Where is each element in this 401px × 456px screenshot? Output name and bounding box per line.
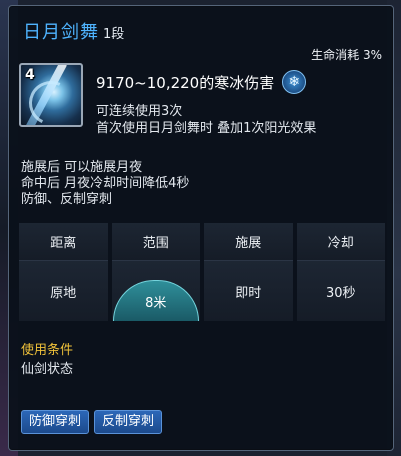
skill-tooltip: 日月剑舞 1段 生命消耗 3% 4 9170~10,220的寒冰伤害 ❄ 可连续… [8,5,394,451]
stat-header-range: 范围 [111,223,200,261]
stat-value-range: 8米 [112,280,199,321]
tooltip-header: 日月剑舞 1段 [23,18,125,43]
condition-title: 使用条件 [21,343,74,358]
stat-value-distance: 原地 [19,261,108,321]
stat-value-range-cell: 8米 [111,261,200,321]
skill-icon-badge: 4 [25,67,35,83]
stat-header-cooldown: 冷却 [296,223,385,261]
description-line: 防御、反制穿刺 [21,192,113,207]
stat-value-cooldown: 30秒 [296,261,385,321]
stat-header-cast: 施展 [204,223,293,261]
skill-icon: 4 [19,63,83,127]
snowflake-icon: ❄ [282,70,307,94]
tag-list: 防御穿刺 反制穿刺 [21,410,163,434]
stat-value-cast: 即时 [204,261,293,321]
skill-cost: 生命消耗 3% [311,48,382,62]
damage-line: 9170~10,220的寒冰伤害 ❄ [96,70,307,94]
damage-text: 9170~10,220的寒冰伤害 [96,73,275,92]
condition-value: 仙剑状态 [21,362,74,377]
tag-counter-pierce: 反制穿刺 [94,410,163,434]
stat-header-distance: 距离 [19,223,108,261]
skill-name: 日月剑舞 [23,22,99,43]
skill-level: 1段 [103,27,125,42]
tag-defense-pierce: 防御穿刺 [21,410,90,434]
stats-grid: 距离 范围 施展 冷却 原地 8米 即时 30秒 [19,223,385,321]
effect-line: 首次使用日月剑舞时 叠加1次阳光效果 [96,121,317,136]
